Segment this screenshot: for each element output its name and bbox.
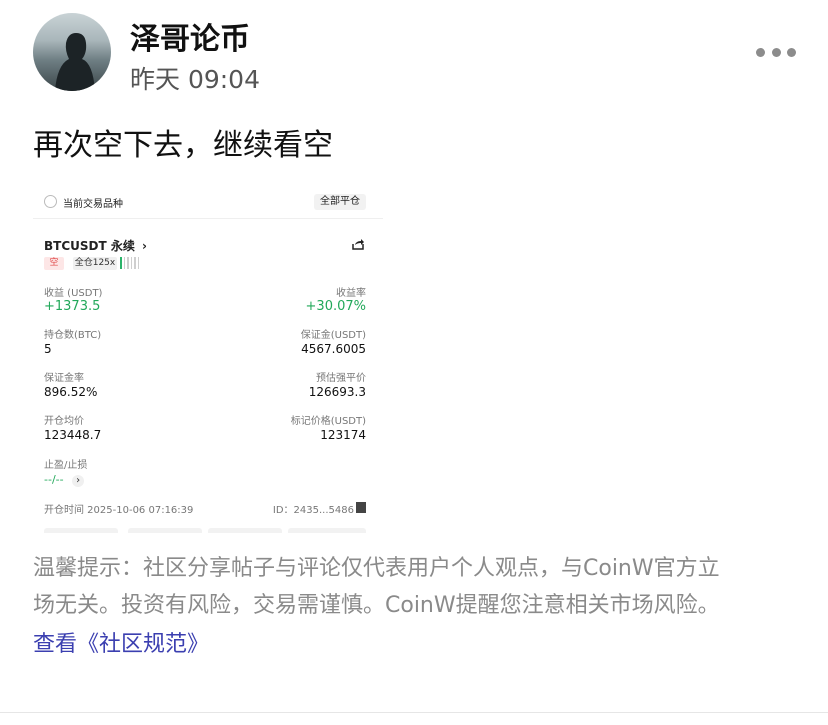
entry-label: 开仓均价 [44,416,84,427]
margin-ratio-value: 896.52% [44,385,98,399]
size-label: 持仓数(BTC) [44,330,102,341]
divider [0,712,828,713]
risk-level-bar [123,257,125,269]
chevron-right-icon: › [142,239,147,253]
symbol-text: BTCUSDT 永续 [44,239,135,253]
notice-line: 场无关。投资有风险，交易需谨慎。CoinW提醒您注意相关市场风险。 [33,593,720,618]
chevron-right-icon: › [72,475,85,487]
action-button [44,528,118,533]
copy-icon [356,502,366,513]
action-button [208,528,282,533]
risk-level-bar [120,257,122,269]
close-all-button: 全部平仓 [314,194,366,210]
risk-level-bar [130,257,132,269]
margin-value: 4567.6005 [301,342,366,356]
avatar[interactable] [33,13,111,91]
margin-ratio-label: 保证金率 [44,373,84,384]
divider [33,218,383,219]
author-name[interactable]: 泽哥论币 [130,14,250,58]
mark-value: 123174 [320,428,366,442]
liq-label: 预估强平价 [316,373,366,384]
pnl-value: +1373.5 [44,299,101,314]
risk-level-bars [120,257,139,269]
margin-label: 保证金(USDT) [300,330,366,341]
risk-notice: 温馨提示：社区分享帖子与评论仅代表用户个人观点，与CoinW官方立 场无关。投资… [33,550,793,624]
entry-value: 123448.7 [44,428,102,442]
liq-value: 126693.3 [308,385,366,399]
action-button [288,528,366,533]
avatar-image [55,33,95,91]
notice-line: 温馨提示：社区分享帖子与评论仅代表用户个人观点，与CoinW官方立 [33,556,720,581]
short-tag: 空 [44,257,64,270]
roe-label: 收益率 [336,288,366,299]
tpsl-label: 止盈/止损 [44,460,88,471]
symbol-label: BTCUSDT 永续 › [44,237,147,254]
current-pair-label: 当前交易品种 [63,199,123,210]
share-icon [352,239,364,250]
action-button [128,528,202,533]
tpsl-text: --/-- [44,473,64,486]
post-time: 昨天 09:04 [130,65,260,94]
size-value: 5 [44,342,52,356]
risk-level-bar [127,257,129,269]
position-id: ID：2435...5486 [272,505,354,516]
roe-value: +30.07% [305,299,366,314]
leverage-tag: 全仓125x [73,257,117,270]
post-text: 再次空下去，继续看空 [33,128,333,163]
mark-label: 标记价格(USDT) [290,416,366,427]
risk-level-bar [134,257,136,269]
pnl-label: 收益 (USDT) [44,288,103,299]
radio-unchecked-icon [44,195,57,208]
tpsl-value: --/-- › [44,473,85,487]
community-rules-link[interactable]: 查看《社区规范》 [33,626,209,658]
risk-level-bar [137,257,139,269]
more-horizontal-icon[interactable] [756,44,796,60]
open-time: 开仓时间 2025-10-06 07:16:39 [44,505,194,516]
position-screenshot[interactable]: 当前交易品种 全部平仓 BTCUSDT 永续 › 空 全仓125x 收益 (US… [33,183,383,533]
